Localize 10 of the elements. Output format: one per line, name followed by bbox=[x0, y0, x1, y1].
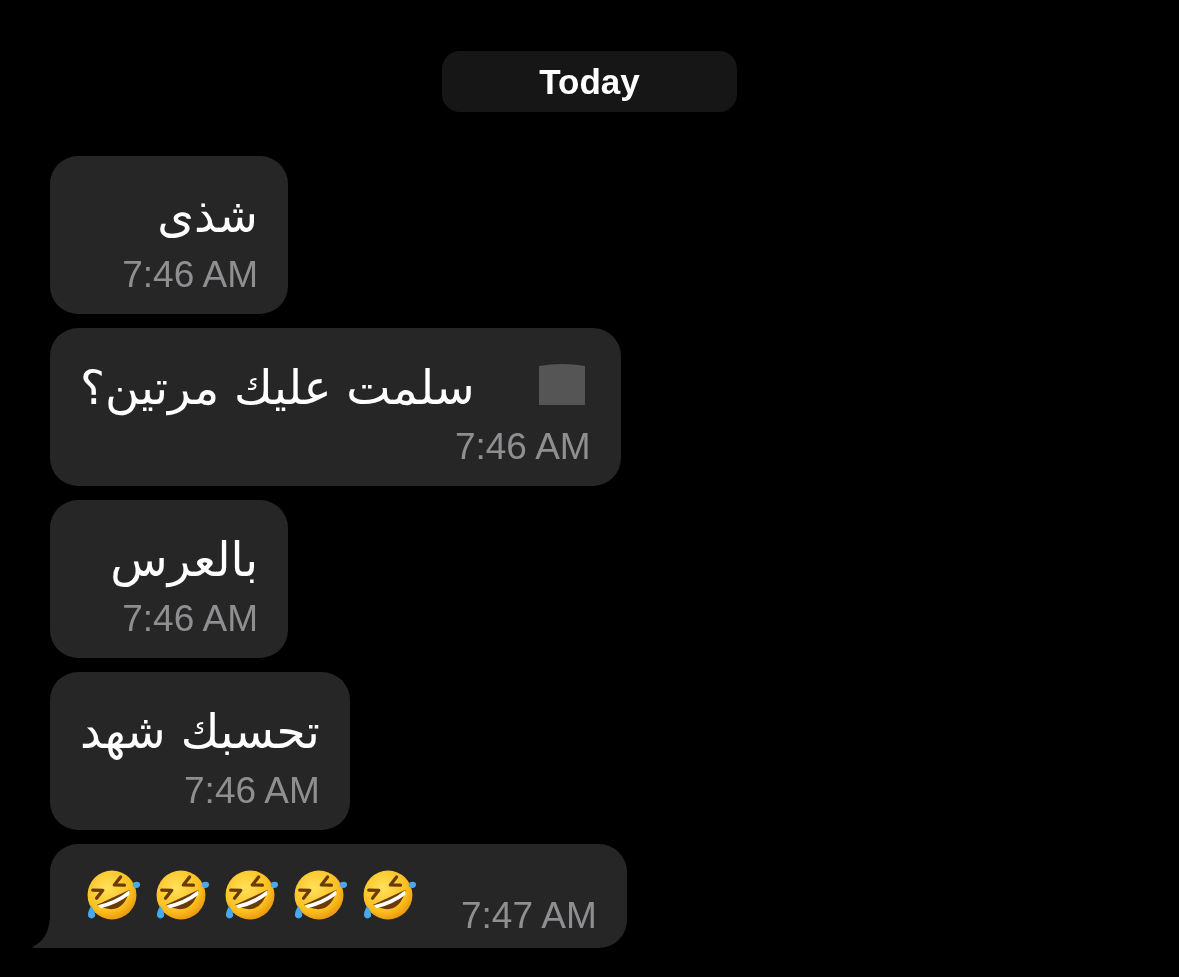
message-time: 7:46 AM bbox=[454, 425, 591, 469]
message-text: تحسبك شهد bbox=[80, 703, 320, 762]
message-time: 7:46 AM bbox=[122, 253, 258, 297]
message-time: 7:46 AM bbox=[184, 769, 320, 813]
message-time: 7:47 AM bbox=[461, 896, 597, 936]
message-text: شذى bbox=[157, 187, 258, 245]
date-header: Today bbox=[442, 51, 737, 112]
message-text: بالعرس bbox=[110, 531, 258, 590]
message-text: سلمت عليك مرتين؟ bbox=[80, 359, 475, 418]
message-time: 7:46 AM bbox=[122, 597, 258, 641]
